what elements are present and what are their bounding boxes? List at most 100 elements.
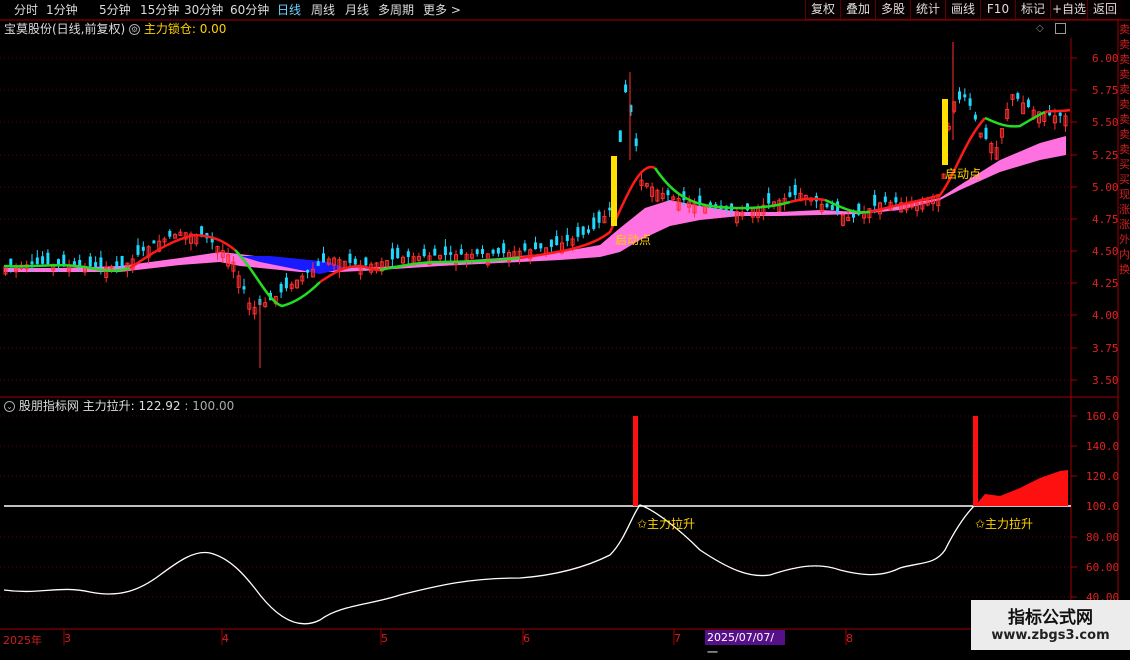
main-force-rise-label: ✩主力拉升 bbox=[975, 517, 1034, 531]
candle-body bbox=[168, 230, 172, 237]
candle-body bbox=[443, 246, 447, 256]
candle-body bbox=[120, 255, 124, 268]
candle-body bbox=[825, 203, 829, 208]
chart-grid bbox=[0, 19, 1130, 645]
candle-body bbox=[306, 269, 310, 273]
y-tick: 120.0 bbox=[1086, 470, 1120, 483]
y-tick: 5.75 bbox=[1092, 84, 1119, 97]
candle-body bbox=[830, 205, 834, 211]
candle-body bbox=[30, 261, 34, 265]
candle-body bbox=[587, 229, 590, 233]
side-info-panel[interactable]: 卖卖卖卖卖卖卖卖卖买买现涨涨外内换 bbox=[1119, 22, 1130, 397]
y-tick: 160.0 bbox=[1086, 410, 1120, 423]
candle-body bbox=[491, 249, 495, 254]
candle-body bbox=[1026, 99, 1030, 108]
candle-body bbox=[35, 257, 39, 265]
x-label-year: 2025年 bbox=[3, 634, 42, 647]
candle-body bbox=[581, 226, 585, 235]
candle-body bbox=[973, 114, 977, 120]
candle-body bbox=[597, 211, 601, 223]
start-point-label: 启动点 bbox=[615, 233, 652, 247]
y-tick: 80.00 bbox=[1086, 531, 1120, 544]
y-tick: 3.75 bbox=[1092, 342, 1119, 355]
candle-body bbox=[618, 130, 622, 142]
candle-body bbox=[894, 197, 898, 203]
candle-body bbox=[634, 138, 638, 147]
candle-body bbox=[279, 283, 283, 293]
x-label-month: 8 bbox=[846, 632, 853, 645]
candle-body bbox=[41, 256, 45, 264]
red-signal-bar bbox=[633, 416, 638, 506]
candle-body bbox=[608, 207, 612, 211]
candle-body bbox=[94, 262, 98, 267]
y-tick: 5.50 bbox=[1092, 116, 1119, 129]
candle-body bbox=[984, 127, 988, 140]
y-tick: 60.00 bbox=[1086, 561, 1120, 574]
collapse-circle-icon[interactable]: ⌄ bbox=[4, 401, 15, 412]
watermark-title: 指标公式网 bbox=[1008, 608, 1093, 628]
candle-body bbox=[1058, 112, 1062, 116]
x-label-month: 3 bbox=[64, 632, 71, 645]
candle-body bbox=[406, 251, 410, 257]
candle-body bbox=[576, 227, 580, 237]
candle-body bbox=[152, 240, 156, 244]
x-label-month: 4 bbox=[222, 632, 229, 645]
indicator-source[interactable]: 股朋指标网 bbox=[19, 399, 79, 413]
candle-body bbox=[968, 98, 972, 106]
start-point-label: 启动点 bbox=[945, 167, 982, 181]
y-tick: 100.0 bbox=[1086, 500, 1120, 513]
indicator-plot bbox=[3, 416, 1071, 625]
candle-body bbox=[141, 246, 145, 251]
candle-body bbox=[883, 196, 887, 203]
candle-body bbox=[666, 190, 670, 196]
candlesticks bbox=[3, 42, 1068, 368]
watermark-url: www.zbgs3.com bbox=[991, 628, 1110, 643]
red-signal-bar bbox=[973, 416, 978, 506]
candle-body bbox=[788, 192, 792, 197]
y-tick: 4.50 bbox=[1092, 245, 1119, 258]
candle-body bbox=[958, 91, 961, 100]
candle-body bbox=[115, 261, 119, 268]
candle-body bbox=[390, 248, 394, 260]
candle-body bbox=[793, 184, 797, 196]
kline-chart[interactable] bbox=[0, 0, 1130, 650]
x-label-month: 7 bbox=[674, 632, 681, 645]
candle-body bbox=[136, 245, 140, 255]
candle-body bbox=[364, 257, 368, 266]
yellow-signal-bar bbox=[611, 156, 617, 226]
watermark: 指标公式网 www.zbgs3.com bbox=[971, 600, 1130, 650]
candle-body bbox=[316, 261, 320, 266]
candle-body bbox=[555, 236, 559, 246]
candle-body bbox=[852, 214, 855, 218]
candle-body bbox=[433, 248, 437, 256]
ma-green-segment bbox=[984, 110, 1046, 128]
y-tick: 6.00 bbox=[1092, 52, 1119, 65]
main-force-rise-label: ✩主力拉升 bbox=[637, 517, 696, 531]
candle-body bbox=[62, 254, 66, 266]
x-label-month: 6 bbox=[523, 632, 530, 645]
indicator-value-2: 100.00 bbox=[192, 399, 235, 413]
red-fill-area bbox=[975, 470, 1068, 506]
candle-body bbox=[624, 84, 628, 93]
indicator-value-1: 122.92 bbox=[138, 399, 181, 413]
value-separator: : bbox=[184, 399, 189, 413]
candle-body bbox=[46, 252, 50, 265]
candle-body bbox=[592, 217, 596, 229]
candle-body bbox=[873, 194, 877, 206]
candle-body bbox=[481, 249, 484, 254]
candle-body bbox=[549, 239, 553, 248]
candle-body bbox=[565, 234, 569, 241]
candle-body bbox=[523, 243, 527, 251]
candle-body bbox=[539, 243, 543, 249]
x-label-month: 5 bbox=[381, 632, 388, 645]
candle-body bbox=[348, 253, 352, 263]
moving-average-line bbox=[3, 108, 1071, 308]
candle-body bbox=[284, 277, 288, 289]
candle-body bbox=[963, 94, 967, 98]
candle-body bbox=[534, 242, 537, 250]
candle-body bbox=[449, 252, 453, 255]
candle-body bbox=[322, 253, 325, 263]
cursor-date-box: 2025/07/07/一 bbox=[705, 630, 785, 659]
candle-body bbox=[502, 243, 506, 254]
y-tick: 5.00 bbox=[1092, 181, 1119, 194]
